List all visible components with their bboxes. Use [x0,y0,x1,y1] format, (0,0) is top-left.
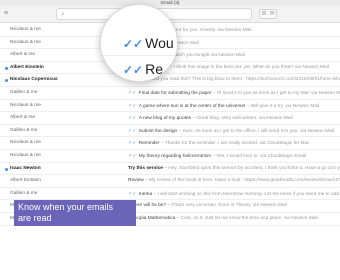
magnified-row-2: ✓✓ Re [123,61,163,78]
email-row[interactable]: Albert Einstein Review – My review of thi… [0,175,340,188]
email-sender: Isaac Newton [10,165,41,171]
email-content: ✓✓ Submit the design – Sure. As soon as … [128,125,340,137]
hamburger-menu-icon[interactable]: ≡ [4,10,11,17]
email-subject: Inertia [138,191,153,197]
settings-icon[interactable]: ⚙ [260,10,268,18]
email-content: ✓✓ A game where sun is at the center of … [128,100,340,112]
email-preview: Sure. As soon as I get to the office, I … [182,128,334,134]
search-icon: ⌕ [61,11,65,18]
email-preview: Hey, Stumbled upon this service by accid… [168,165,340,171]
email-sender: Nicolaus & me [10,152,41,158]
email-preview: I'll catch you tonight via Newton Mail [167,53,245,59]
email-preview: Yes, I would love to. via CloudMagic Ema… [216,153,307,159]
email-preview: Did you read this? This is big blow to t… [152,77,340,83]
read-receipt-check-icon: ✓✓ [128,190,138,197]
email-sender: Albert & me [10,52,36,58]
email-sender: Nicolaus & me [10,39,41,45]
email-row[interactable]: Galileo & me ✓✓ Final date for submitting… [0,87,340,100]
email-content: Try this service – Hey, Stumbled upon th… [128,163,340,175]
email-preview: I will start working on this from tomorr… [157,191,340,197]
email-preview: That's very uncertain. Even in Theory. v… [171,203,287,209]
read-receipt-check-icon: ✓✓ [128,89,138,96]
email-sender: Galileo & me [10,127,38,133]
email-subject: A new blog of my quotes [138,116,192,122]
email-sender: Albert Einstein [10,178,41,184]
email-row[interactable]: Isaac Newton Try this service – Hey, Stum… [0,163,340,176]
email-subject: Review [128,178,144,184]
email-content: ✓✓ My theory regarding heliocentrism – Y… [128,150,340,162]
callout-line-2: are read [18,213,52,223]
email-content: Review – My review of this book is here.… [128,175,340,187]
email-preview: I'll send it to you as soon as I get to … [216,90,340,96]
email-row[interactable]: Galileo & me ✓✓ Inertia – I will start wo… [0,188,340,201]
email-content: ✓✓ Inertia – I will start working on thi… [128,188,340,200]
email-subject: My theory regarding heliocentrism [138,153,212,159]
email-sender: Albert & me [10,115,36,121]
email-subject: A game where sun is at the center of the… [138,103,246,109]
email-sender: Galileo & me [10,190,38,196]
email-content: Where will he be? – That's very uncertai… [128,200,340,212]
unread-dot-icon [5,167,8,171]
email-preview: My review of this book is here. Have a l… [149,178,340,184]
email-preview: Great blog. Very well written. via Newto… [196,116,293,122]
read-receipt-check-icon: ✓✓ [128,152,138,159]
unread-dot-icon [5,66,8,70]
email-content: ✓✓ Reminder – Thanks for the reminder. I… [128,137,340,149]
email-row[interactable]: Nicolaus & me ✓✓ Reminder – Thanks for th… [0,137,340,150]
window-title: Gmail (3) [160,0,180,5]
email-row[interactable]: Nicolaus CopernicusSpace X – Did you rea… [0,74,340,87]
email-content: ✓✓ A new blog of my quotes – Great blog.… [128,112,340,124]
magnifier-divider [101,55,177,56]
email-content: ✓✓ Final date for submitting the paper –… [128,87,340,99]
read-receipt-check-icon: ✓✓ [128,127,138,134]
email-row[interactable]: Nicolaus & me ✓✓ A game where sun is at t… [0,100,340,113]
email-preview: Will give it a try. via Newton Mail [250,103,320,109]
email-preview: Thanks for the reminder. I am really exc… [164,141,310,147]
email-content: Principia Mathematica – Cool, on it. Jus… [128,213,340,225]
email-subject: Final date for submitting the paper [138,90,212,96]
unread-dot-icon [5,79,8,83]
compose-icon[interactable]: ✉ [268,10,276,18]
read-receipt-check-icon: ✓✓ [128,140,138,147]
email-sender: Galileo & me [10,89,38,95]
email-preview: Cool, on it. Just let me know the time a… [180,215,318,221]
feature-callout: Know when your emails are read [14,200,136,226]
email-subject: Reminder [138,141,160,147]
read-receipt-check-icon: ✓✓ [128,102,138,109]
email-subject: Submit the design [138,128,178,134]
read-receipt-check-icon: ✓✓ [128,115,138,122]
magnified-text-1: Wou [145,35,174,51]
email-sender: Albert Einstein [10,64,44,70]
magnified-row-1: ✓✓ Wou [123,35,174,52]
magnified-text-2: Re [145,61,164,77]
email-preview: I think this image is the best one yet. … [173,64,329,70]
email-row[interactable]: Galileo & me ✓✓ Submit the design – Sure.… [0,125,340,138]
read-receipt-check-icon: ✓✓ [123,63,144,77]
toolbar-button-group: ⚙ ✉ [259,9,277,19]
email-sender: Nicolaus & me [10,27,41,32]
email-subject: Try this service [128,165,163,171]
email-sender: Nicolaus & me [10,102,41,108]
email-row[interactable]: Nicolaus & me ✓✓ My theory regarding heli… [0,150,340,163]
callout-line-1: Know when your emails [18,202,114,212]
email-sender: Nicolaus Copernicus [10,77,58,83]
magnifier-zoom: ✓✓ Wou ✓✓ Re [100,4,178,82]
email-sender: Nicolaus & me [10,140,41,146]
email-row[interactable]: Albert & me ✓✓ A new blog of my quotes – … [0,112,340,125]
read-receipt-check-icon: ✓✓ [123,37,144,51]
